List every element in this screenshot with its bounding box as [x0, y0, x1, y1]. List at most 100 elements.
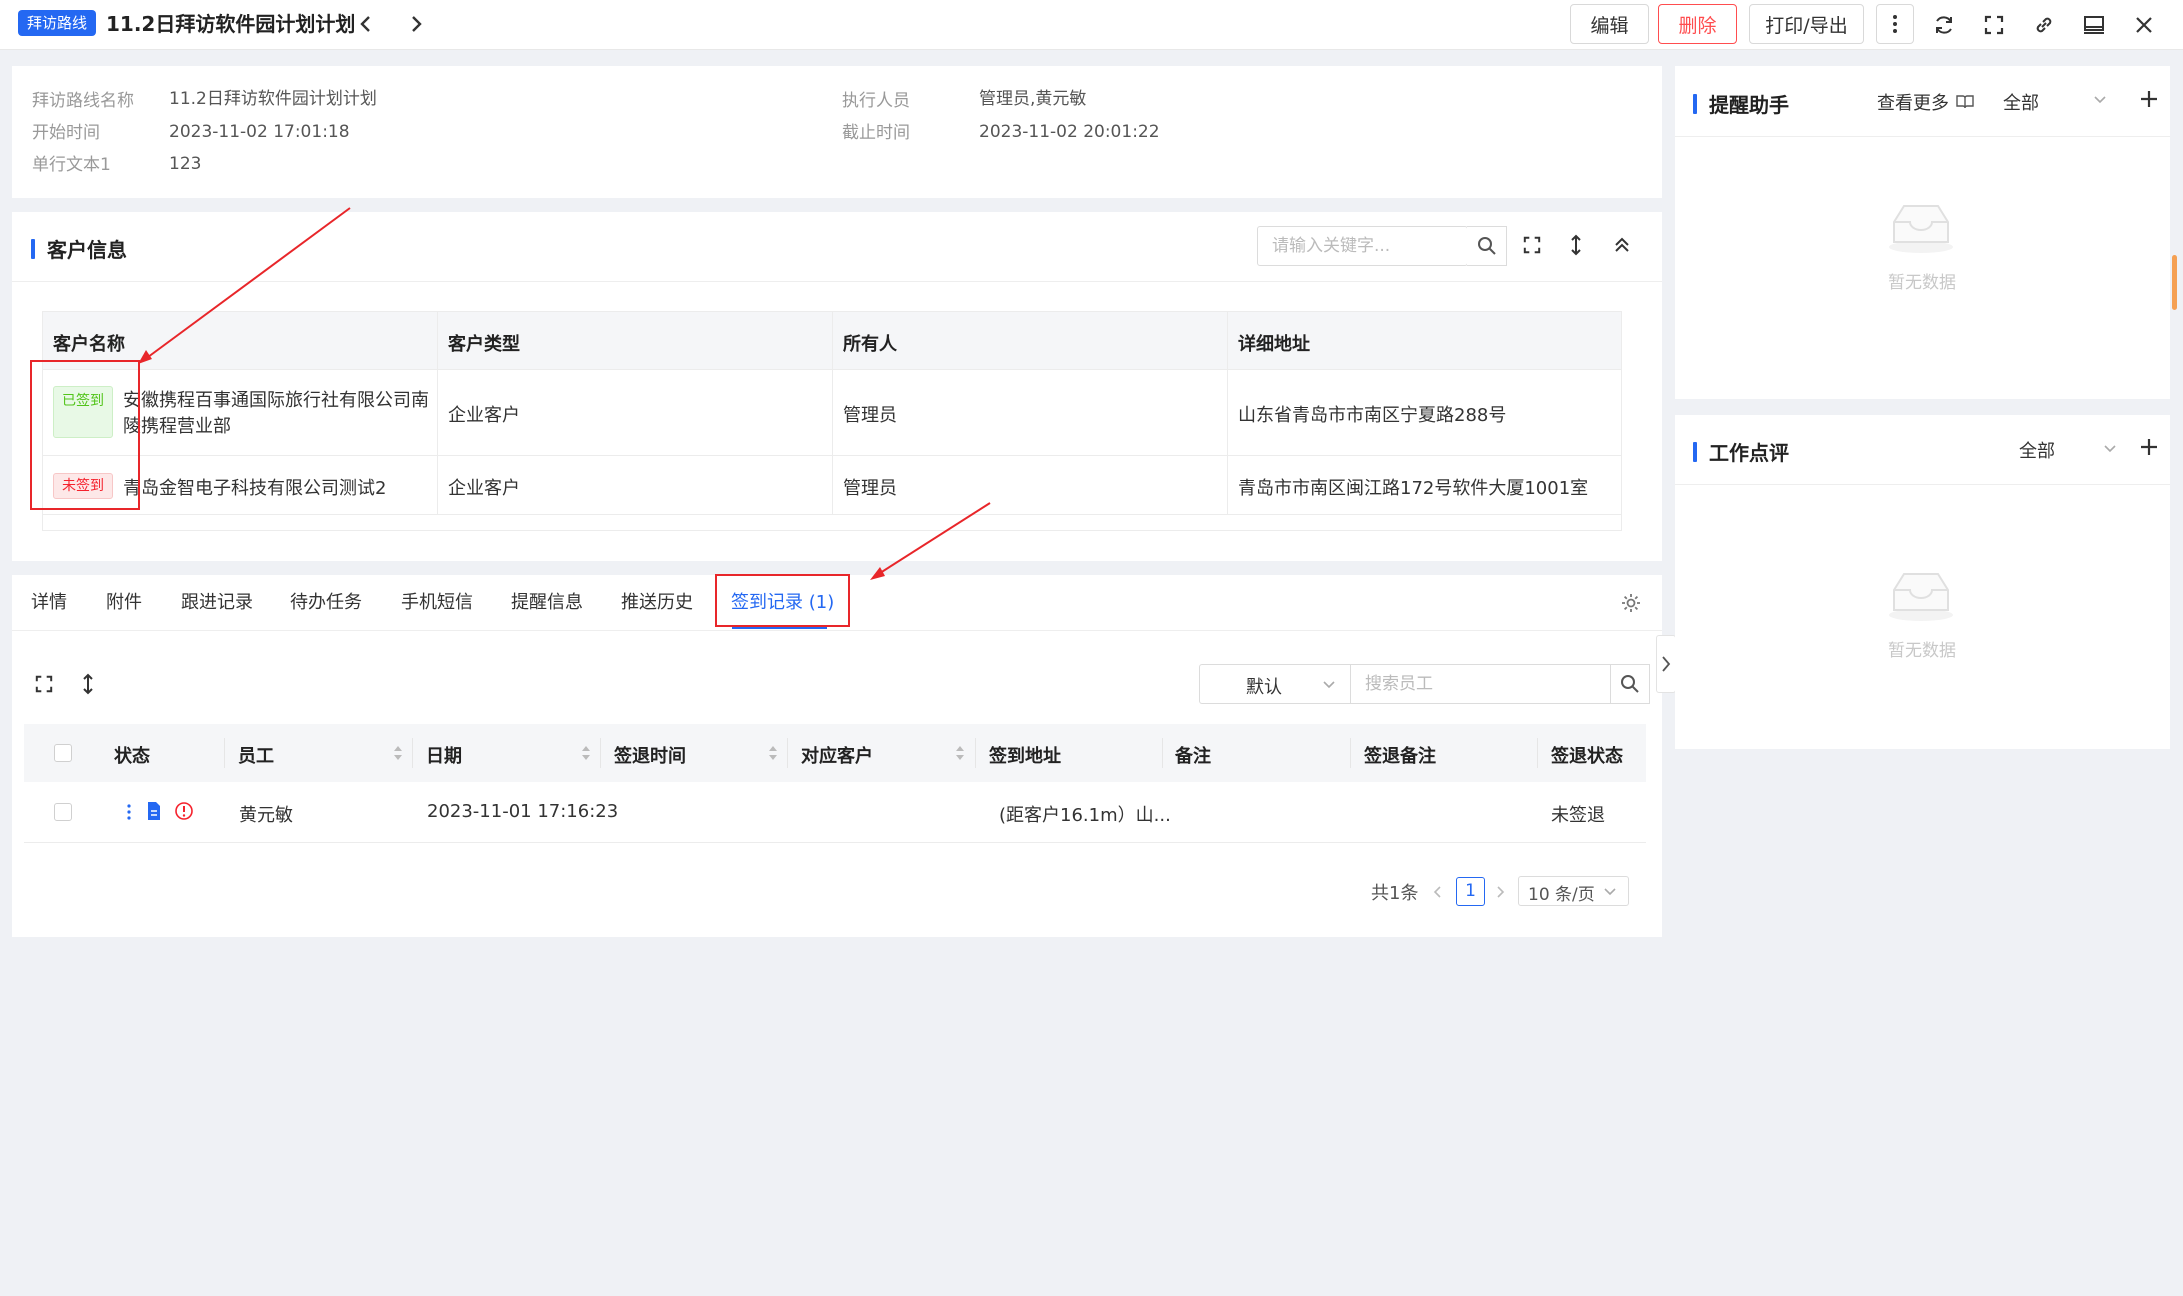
row-checkbox[interactable]: [54, 803, 72, 821]
customer-name-link[interactable]: 安徽携程百事通国际旅行社有限公司南 陵携程营业部: [123, 388, 429, 440]
edit-button[interactable]: 编辑: [1570, 4, 1649, 44]
customer-type-cell: 企业客户: [448, 405, 520, 426]
next-page-icon[interactable]: [1494, 884, 1506, 900]
chevron-left-icon: [360, 16, 370, 32]
start-time-value: 2023-11-02 17:01:18: [169, 122, 350, 142]
layout-toggle-button[interactable]: [2077, 8, 2111, 42]
col-checkout-remark: 签退备注: [1364, 746, 1436, 767]
add-icon[interactable]: [2139, 89, 2159, 109]
double-chevron-up-icon: [1615, 237, 1629, 252]
col-owner: 所有人: [843, 334, 897, 355]
tab-todo[interactable]: 待办任务: [290, 590, 362, 616]
customer-collapse-button[interactable]: [1605, 228, 1639, 262]
reminder-filter-select[interactable]: 全部: [2003, 89, 2039, 115]
page-number-current[interactable]: 1: [1456, 877, 1485, 906]
scrollbar-thumb[interactable]: [2172, 255, 2177, 310]
next-record-button[interactable]: [403, 10, 429, 38]
sort-icon[interactable]: [767, 744, 779, 762]
gear-icon: [1622, 594, 1640, 612]
select-all-checkbox[interactable]: [54, 744, 72, 762]
deadline-value: 2023-11-02 20:01:22: [979, 122, 1160, 142]
employee-search-input[interactable]: 搜索员工: [1350, 664, 1611, 704]
customer-search-button[interactable]: [1467, 226, 1507, 266]
empty-inbox-icon: [1889, 573, 1953, 621]
customer-title-text: 客户信息: [47, 238, 127, 262]
col-date: 日期: [426, 746, 462, 767]
col-customer: 对应客户: [801, 746, 873, 767]
customer-search-input[interactable]: 请输入关键字...: [1257, 226, 1468, 266]
monitor-icon: [2084, 16, 2104, 34]
customer-type-cell: 企业客户: [448, 478, 520, 499]
add-icon[interactable]: [2139, 437, 2159, 457]
search-icon: [1621, 675, 1639, 693]
deadline-label: 截止时间: [842, 123, 910, 143]
view-more-link[interactable]: 查看更多: [1877, 89, 1975, 115]
page-size-select[interactable]: 10 条/页: [1518, 876, 1629, 906]
delete-button[interactable]: 删除: [1658, 4, 1737, 44]
reminder-empty-text: 暂无数据: [1888, 273, 1956, 293]
tab-settings-button[interactable]: [1614, 586, 1648, 620]
warning-icon: [175, 802, 193, 820]
table-row[interactable]: 黄元敏 2023-11-01 17:16:23 (距客户16.1m）山... 未…: [24, 782, 1646, 843]
tab-follow-up[interactable]: 跟进记录: [181, 590, 253, 616]
col-customer-name: 客户名称: [53, 334, 125, 355]
module-badge: 拜访路线: [18, 10, 97, 36]
sort-icon[interactable]: [954, 744, 966, 762]
chevron-right-icon: [1662, 656, 1671, 672]
refresh-icon: [1936, 16, 1952, 34]
customer-fullscreen-button[interactable]: [1515, 228, 1549, 262]
refresh-button[interactable]: [1927, 8, 1961, 42]
annotation-highlight-box: [715, 574, 850, 627]
address-cell: 山东省青岛市市南区宁夏路288号: [1238, 405, 1507, 426]
customer-name-link[interactable]: 青岛金智电子科技有限公司测试2: [123, 474, 386, 500]
signin-row-height-button[interactable]: [71, 667, 105, 701]
work-review-title-text: 工作点评: [1709, 441, 1789, 465]
annotation-highlight-box: [30, 360, 140, 510]
document-icon[interactable]: [146, 801, 162, 821]
fullscreen-icon: [35, 675, 53, 693]
chevron-down-icon: [2104, 445, 2116, 453]
print-export-button[interactable]: 打印/导出: [1749, 4, 1864, 44]
side-panel-toggle[interactable]: [1656, 635, 1676, 693]
tab-sms[interactable]: 手机短信: [401, 590, 473, 616]
customer-row-height-button[interactable]: [1559, 228, 1593, 262]
customer-name-line1: 安徽携程百事通国际旅行社有限公司南: [123, 390, 429, 411]
employee-link[interactable]: 黄元敏: [239, 801, 293, 827]
fullscreen-icon: [1523, 236, 1541, 254]
employee-search-button[interactable]: [1610, 664, 1650, 704]
col-address: 详细地址: [1238, 334, 1310, 355]
tab-attachments[interactable]: 附件: [106, 590, 142, 616]
filter-select[interactable]: 默认: [1199, 664, 1351, 704]
vertical-resize-icon: [1571, 234, 1581, 256]
prev-page-icon[interactable]: [1432, 884, 1444, 900]
book-icon: [1956, 95, 1974, 109]
copy-link-button[interactable]: [2027, 8, 2061, 42]
tab-push-history[interactable]: 推送历史: [621, 590, 693, 616]
reminder-title-text: 提醒助手: [1709, 93, 1789, 117]
text-field-label: 单行文本1: [32, 155, 111, 175]
more-menu-button[interactable]: [1876, 4, 1914, 44]
col-remark: 备注: [1175, 746, 1211, 767]
prev-record-button[interactable]: [353, 10, 379, 38]
review-empty-text: 暂无数据: [1888, 641, 1956, 661]
col-checkout-status: 签退状态: [1551, 746, 1623, 767]
fullscreen-button[interactable]: [1977, 8, 2011, 42]
tab-reminders[interactable]: 提醒信息: [511, 590, 583, 616]
signin-fullscreen-button[interactable]: [27, 667, 61, 701]
review-filter-select[interactable]: 全部: [2019, 437, 2055, 463]
sort-icon[interactable]: [580, 744, 592, 762]
col-employee: 员工: [238, 746, 274, 767]
row-actions-icon[interactable]: [126, 802, 132, 822]
close-button[interactable]: [2127, 8, 2161, 42]
col-customer-type: 客户类型: [448, 334, 520, 355]
tab-details[interactable]: 详情: [31, 590, 67, 616]
page-title: 11.2日拜访软件园计划计划: [106, 12, 356, 36]
link-icon: [2036, 17, 2052, 33]
text-field-value: 123: [169, 154, 202, 174]
sort-icon[interactable]: [392, 744, 404, 762]
view-more-text: 查看更多: [1877, 93, 1949, 114]
vertical-resize-icon: [83, 673, 93, 695]
filter-select-value: 默认: [1246, 677, 1282, 698]
chevron-down-icon: [2094, 96, 2106, 104]
address-cell: 青岛市市南区闽江路172号软件大厦1001室: [1238, 478, 1589, 499]
